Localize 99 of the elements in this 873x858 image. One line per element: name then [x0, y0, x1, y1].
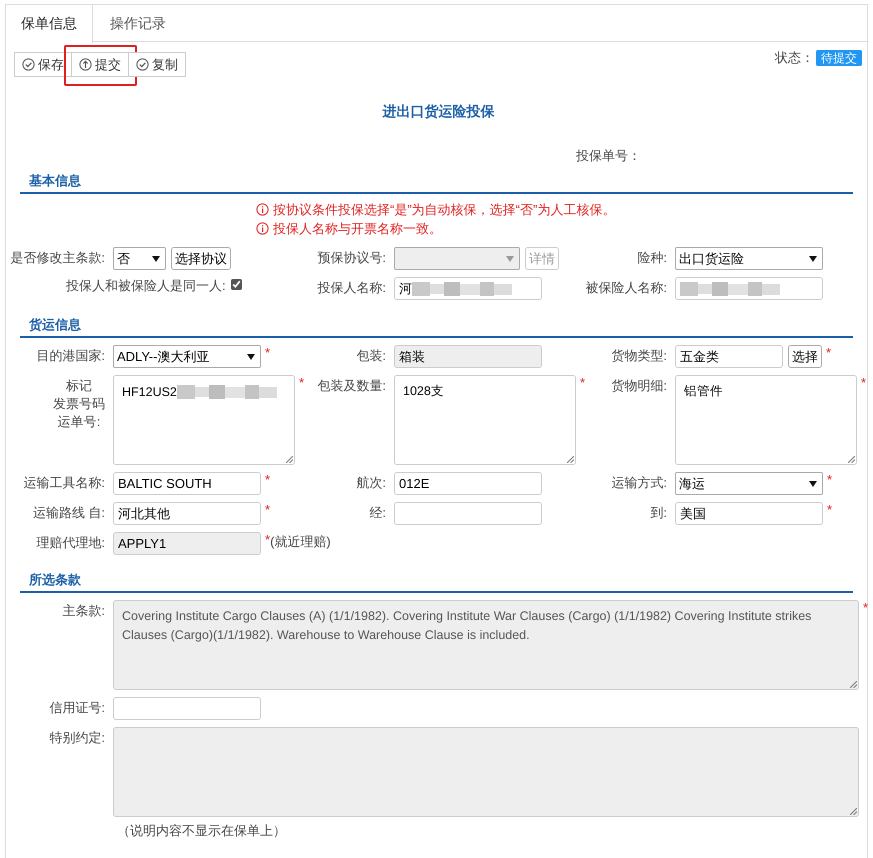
dropdown[interactable]: ADLY--澳大利亚 — [113, 345, 261, 368]
caret-icon — [506, 256, 514, 262]
tab[interactable]: 保单信息 — [6, 5, 93, 43]
section-heading: 所选条款 — [29, 570, 81, 588]
caret-icon — [247, 354, 255, 360]
required-asterisk: * — [265, 501, 270, 519]
dropdown[interactable]: 否 — [113, 247, 166, 270]
field-value: 箱装 — [399, 348, 425, 366]
field-label: 预保协议号: — [317, 249, 386, 266]
field-button[interactable]: 选择协议 — [171, 247, 231, 270]
up-arrow-circle-icon — [79, 58, 92, 71]
required-asterisk: * — [265, 344, 270, 362]
text-area[interactable]: 1028支 — [394, 375, 576, 465]
field-value: Covering Institute Cargo Clauses (A) (1/1/1982). Covering Institute War Clauses (Cargo) (1/1/1982) Covering Institute strikes Clauses (Cargo)(1/1/1982). Warehouse to Warehouse Clause is included. — [122, 608, 812, 644]
input-field[interactable]: BALTIC SOUTH — [113, 472, 261, 495]
required-asterisk: * — [827, 471, 832, 489]
field-label: 理赔代理地: — [36, 534, 105, 551]
toolbar-button[interactable]: 提交 — [71, 52, 129, 77]
caret-icon — [152, 256, 160, 262]
toolbar-button[interactable]: 复制 — [128, 52, 186, 77]
field-label: 运输路线 自: — [32, 504, 105, 521]
info-icon — [256, 203, 269, 216]
check-circle-icon — [136, 58, 149, 71]
info-icon — [256, 222, 269, 235]
required-asterisk: * — [861, 374, 866, 392]
field-value: 河 — [399, 280, 412, 298]
field-label: 包装及数量: — [317, 377, 386, 394]
dropdown-value: 否 — [117, 250, 130, 268]
input-field[interactable] — [113, 697, 261, 720]
input-field[interactable]: 五金类 — [675, 345, 783, 368]
field-value: 铝管件 — [684, 383, 723, 400]
required-asterisk: * — [863, 599, 868, 617]
dropdown[interactable]: 出口货运险 — [675, 247, 823, 270]
required-asterisk: * — [826, 344, 832, 362]
field-value: 五金类 — [680, 348, 719, 366]
field-value: APPLY1 — [118, 534, 166, 553]
field-label: 目的港国家: — [36, 347, 105, 364]
field-label: 投保人和被保险人是同一人: — [66, 277, 226, 294]
policy-number-label: 投保单号： — [576, 148, 641, 163]
input-field[interactable]: 012E — [394, 472, 542, 495]
resize-handle-icon — [850, 681, 857, 688]
field-label: 包装: — [356, 347, 386, 364]
resize-handle-icon — [567, 456, 574, 463]
field-label: 被保险人名称: — [585, 279, 667, 296]
field-label: 特别约定: — [49, 729, 105, 746]
field-label: 到: — [650, 504, 667, 521]
field-label: 险种: — [637, 249, 667, 266]
required-asterisk: * — [299, 374, 304, 392]
field-value: 1028支 — [403, 383, 444, 400]
field-label: 是否修改主条款: — [10, 249, 105, 266]
toolbar-button[interactable]: 保存 — [14, 52, 72, 77]
field-label: 信用证号: — [49, 699, 105, 716]
checkbox[interactable] — [230, 279, 242, 290]
text-area[interactable]: 铝管件 — [675, 375, 857, 465]
field-label: 投保人名称: — [317, 279, 386, 296]
field-value: HF12US2 — [122, 384, 177, 400]
form-title: 进出口货运险投保 — [381, 102, 496, 121]
field-button[interactable]: 选择 — [788, 345, 822, 368]
status-label: 状态： — [775, 48, 814, 67]
dropdown-value: 出口货运险 — [679, 250, 744, 268]
dropdown-value: 海运 — [679, 474, 705, 493]
input-field[interactable]: 河北其他 — [113, 502, 261, 525]
field-label: 运输工具名称: — [23, 474, 105, 491]
notice-text: 按协议条件投保选择“是”为自动核保，选择“否”为人工核保。 — [273, 201, 616, 219]
field-label: 运输方式: — [611, 474, 667, 491]
required-asterisk: * — [265, 531, 270, 549]
resize-handle-icon — [850, 808, 857, 815]
field-value: 河北其他 — [118, 504, 170, 523]
field-label: 经: — [369, 504, 386, 521]
field-value: BALTIC SOUTH — [118, 474, 212, 493]
caret-icon — [809, 256, 817, 262]
section-heading: 货运信息 — [29, 316, 81, 334]
field-label: 标记 发票号码 运单号: — [53, 377, 105, 431]
field-label: 航次: — [356, 474, 386, 491]
resize-handle-icon — [286, 456, 293, 463]
field-label: 货物类型: — [611, 347, 667, 364]
input-field[interactable]: 美国 — [675, 502, 823, 525]
input-field[interactable] — [394, 502, 542, 525]
required-asterisk: * — [827, 501, 832, 519]
input-field[interactable] — [675, 277, 823, 300]
field-label: 主条款: — [62, 602, 105, 619]
text-area[interactable]: HF12US2 — [113, 375, 295, 465]
dropdown-value: ADLY--澳大利亚 — [117, 348, 210, 366]
field-hint: （说明内容不显示在保单上） — [117, 822, 287, 840]
field-label: 货物明细: — [611, 377, 667, 394]
field-note: (就近理赔) — [270, 533, 331, 551]
required-asterisk: * — [580, 374, 586, 392]
notice-text: 投保人名称与开票名称一致。 — [273, 220, 442, 238]
required-asterisk: * — [265, 471, 270, 489]
caret-icon — [809, 480, 817, 486]
dropdown[interactable]: 海运 — [675, 472, 823, 495]
tab[interactable]: 操作记录 — [93, 5, 183, 42]
field-value: 012E — [399, 474, 430, 493]
field-value: 美国 — [680, 504, 706, 523]
input-field[interactable]: 河 — [394, 277, 542, 300]
status-badge: 待提交 — [816, 50, 862, 66]
resize-handle-icon — [848, 456, 855, 463]
section-heading: 基本信息 — [29, 172, 81, 190]
check-circle-icon — [22, 58, 35, 71]
